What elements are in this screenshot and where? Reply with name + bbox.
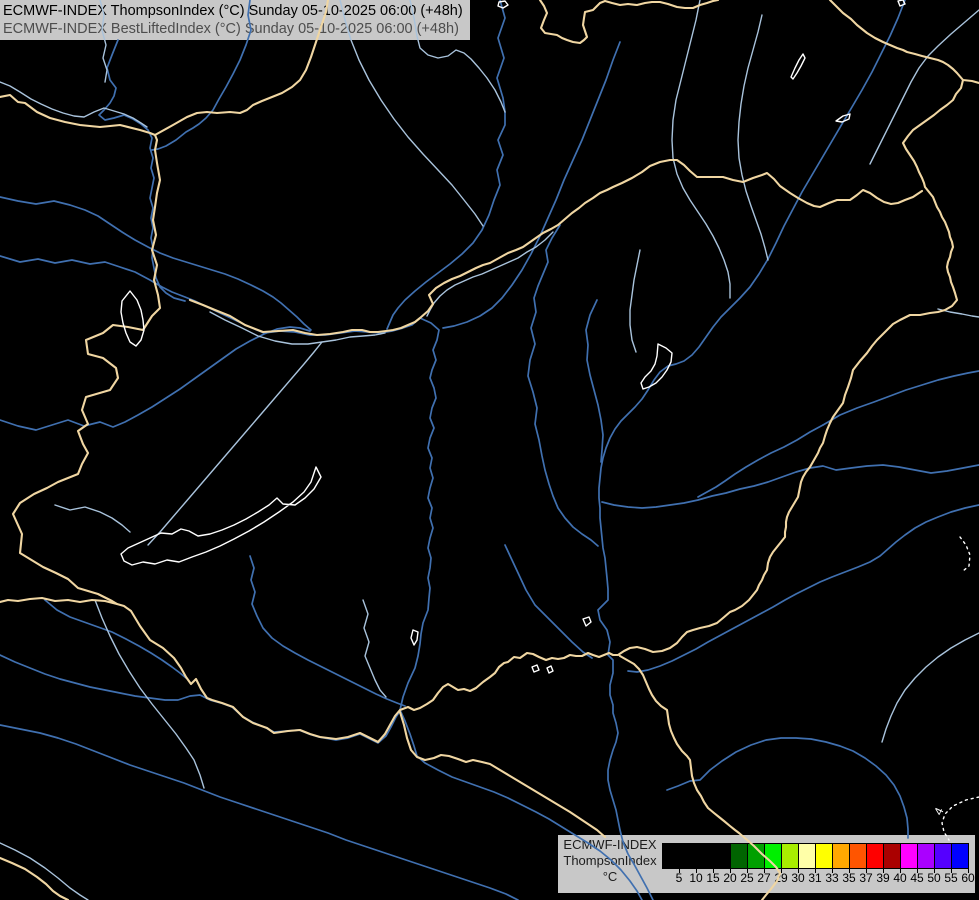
color-scale-legend: ECMWF-INDEX ThompsonIndex °C 51015202527… <box>558 835 975 893</box>
color-scale-cell <box>680 844 697 868</box>
color-scale-cell <box>816 844 833 868</box>
color-scale-tick-label: 60 <box>957 871 979 885</box>
color-scale-cell <box>663 844 680 868</box>
map-canvas: 4 <box>0 0 979 900</box>
weather-map-viewport: ECMWF-INDEX ThompsonIndex (°C) Sunday 05… <box>0 0 979 900</box>
title-best-lifted-index: ECMWF-INDEX BestLiftedIndex (°C) Sunday … <box>3 20 470 38</box>
color-scale-cell <box>884 844 901 868</box>
color-scale-cell <box>867 844 884 868</box>
color-scale-cell <box>799 844 816 868</box>
map-title-panel: ECMWF-INDEX ThompsonIndex (°C) Sunday 05… <box>0 0 470 40</box>
lake-outlines <box>121 0 905 673</box>
color-scale-cell <box>731 844 748 868</box>
country-borders <box>0 0 979 900</box>
rivers-pale <box>0 0 979 900</box>
color-scale-cell <box>833 844 850 868</box>
color-scale-cell <box>748 844 765 868</box>
legend-product-label: ECMWF-INDEX <box>558 837 662 853</box>
color-scale-cell <box>714 844 731 868</box>
index-contours <box>942 537 979 840</box>
color-scale-cell <box>918 844 935 868</box>
legend-text-block: ECMWF-INDEX ThompsonIndex °C <box>558 837 662 885</box>
color-scale-cell <box>782 844 799 868</box>
color-scale-bar <box>662 843 969 869</box>
rivers-main <box>0 0 979 900</box>
color-scale-cell <box>697 844 714 868</box>
color-scale-cell <box>850 844 867 868</box>
color-scale-cell <box>935 844 952 868</box>
color-scale-cell <box>765 844 782 868</box>
color-scale-cell <box>952 844 968 868</box>
color-scale-cell <box>901 844 918 868</box>
title-thompson-index: ECMWF-INDEX ThompsonIndex (°C) Sunday 05… <box>3 2 470 20</box>
legend-index-label: ThompsonIndex <box>558 853 662 869</box>
contour-value-label: 4 <box>931 805 947 817</box>
legend-unit-label: °C <box>558 869 662 885</box>
